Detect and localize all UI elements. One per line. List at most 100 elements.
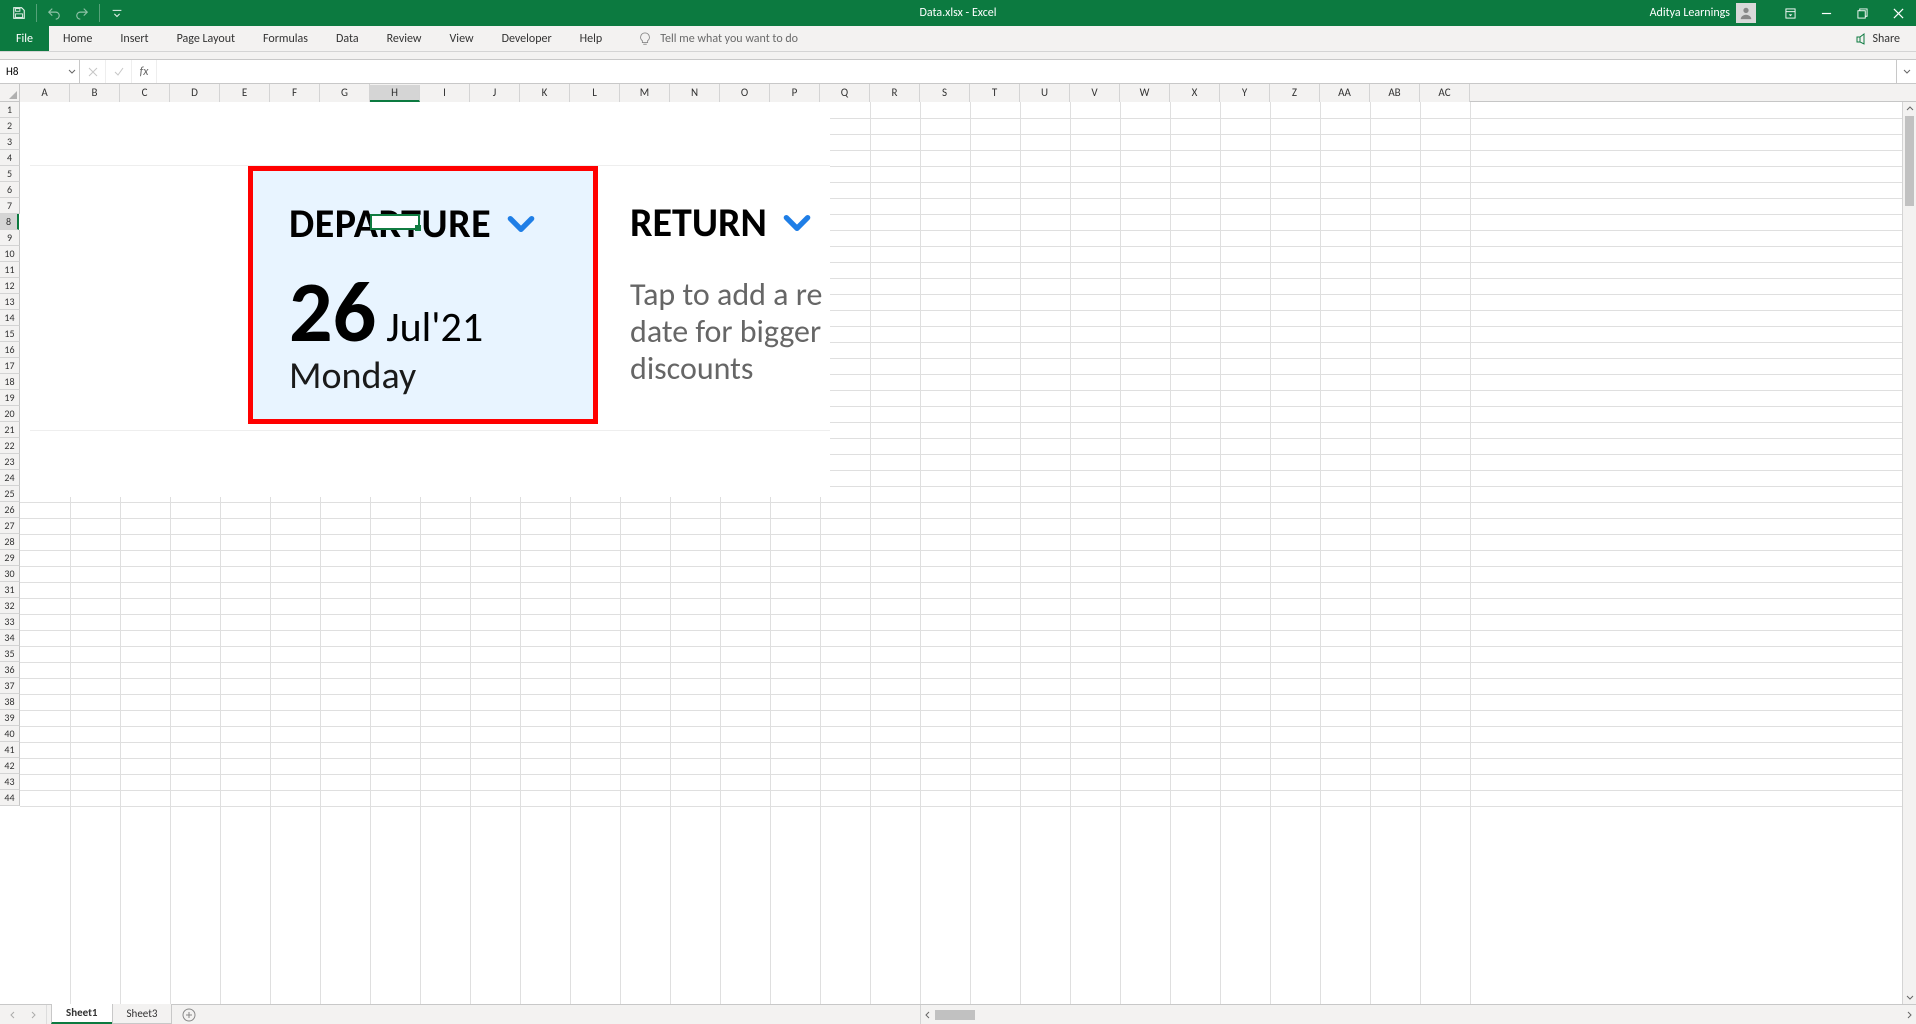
row-header-44[interactable]: 44	[0, 790, 20, 806]
row-header-13[interactable]: 13	[0, 294, 20, 310]
account-avatar[interactable]	[1736, 3, 1756, 23]
column-header-X[interactable]: X	[1170, 84, 1220, 102]
column-header-K[interactable]: K	[520, 84, 570, 102]
column-header-D[interactable]: D	[170, 84, 220, 102]
insert-function-button[interactable]: fx	[132, 65, 156, 79]
column-header-G[interactable]: G	[320, 84, 370, 102]
close-button[interactable]	[1880, 0, 1916, 26]
cancel-formula-button[interactable]	[80, 60, 106, 83]
column-header-C[interactable]: C	[120, 84, 170, 102]
tab-insert[interactable]: Insert	[106, 26, 162, 51]
qat-customize-button[interactable]	[104, 2, 130, 24]
horizontal-scrollbar[interactable]	[920, 1005, 1916, 1024]
row-header-26[interactable]: 26	[0, 502, 20, 518]
row-header-4[interactable]: 4	[0, 150, 20, 166]
tab-data[interactable]: Data	[322, 26, 373, 51]
save-button[interactable]	[6, 2, 32, 24]
undo-button[interactable]	[41, 2, 67, 24]
vertical-scrollbar[interactable]	[1902, 102, 1916, 1004]
row-header-7[interactable]: 7	[0, 198, 20, 214]
row-header-41[interactable]: 41	[0, 742, 20, 758]
column-header-V[interactable]: V	[1070, 84, 1120, 102]
column-header-T[interactable]: T	[970, 84, 1020, 102]
row-header-37[interactable]: 37	[0, 678, 20, 694]
row-header-35[interactable]: 35	[0, 646, 20, 662]
row-header-40[interactable]: 40	[0, 726, 20, 742]
row-header-36[interactable]: 36	[0, 662, 20, 678]
sheet-nav-next-button[interactable]	[24, 1006, 42, 1024]
row-header-31[interactable]: 31	[0, 582, 20, 598]
embedded-image[interactable]: DEPARTURE 26 Jul'21 Monday RETURN	[20, 102, 830, 497]
row-header-15[interactable]: 15	[0, 326, 20, 342]
enter-formula-button[interactable]	[106, 60, 132, 83]
column-header-J[interactable]: J	[470, 84, 520, 102]
column-header-AB[interactable]: AB	[1370, 84, 1420, 102]
column-header-B[interactable]: B	[70, 84, 120, 102]
column-header-Q[interactable]: Q	[820, 84, 870, 102]
column-header-W[interactable]: W	[1120, 84, 1170, 102]
tab-view[interactable]: View	[436, 26, 488, 51]
row-header-22[interactable]: 22	[0, 438, 20, 454]
cells-area[interactable]: DEPARTURE 26 Jul'21 Monday RETURN	[20, 102, 1902, 1004]
column-header-O[interactable]: O	[720, 84, 770, 102]
row-header-20[interactable]: 20	[0, 406, 20, 422]
column-header-R[interactable]: R	[870, 84, 920, 102]
column-header-AA[interactable]: AA	[1320, 84, 1370, 102]
row-header-28[interactable]: 28	[0, 534, 20, 550]
scroll-down-button[interactable]	[1903, 990, 1916, 1004]
tab-home[interactable]: Home	[49, 26, 106, 51]
row-header-25[interactable]: 25	[0, 486, 20, 502]
row-header-30[interactable]: 30	[0, 566, 20, 582]
worksheet-grid[interactable]: ABCDEFGHIJKLMNOPQRSTUVWXYZAAABAC 1234567…	[0, 84, 1916, 1004]
tab-review[interactable]: Review	[373, 26, 436, 51]
column-header-P[interactable]: P	[770, 84, 820, 102]
row-header-11[interactable]: 11	[0, 262, 20, 278]
row-header-3[interactable]: 3	[0, 134, 20, 150]
row-header-5[interactable]: 5	[0, 166, 20, 182]
vertical-scroll-thumb[interactable]	[1905, 116, 1914, 206]
row-header-14[interactable]: 14	[0, 310, 20, 326]
formula-input[interactable]	[157, 60, 1896, 83]
ribbon-collapsed-strip[interactable]	[0, 52, 1916, 60]
new-sheet-button[interactable]	[177, 1005, 201, 1024]
row-header-42[interactable]: 42	[0, 758, 20, 774]
ribbon-display-options-button[interactable]	[1772, 0, 1808, 26]
row-header-9[interactable]: 9	[0, 230, 20, 246]
select-all-button[interactable]	[0, 84, 20, 101]
row-header-33[interactable]: 33	[0, 614, 20, 630]
restore-button[interactable]	[1844, 0, 1880, 26]
column-header-F[interactable]: F	[270, 84, 320, 102]
account-name[interactable]: Aditya Learnings	[1650, 6, 1730, 20]
tab-formulas[interactable]: Formulas	[249, 26, 322, 51]
row-header-16[interactable]: 16	[0, 342, 20, 358]
tab-file[interactable]: File	[0, 26, 49, 51]
row-header-43[interactable]: 43	[0, 774, 20, 790]
row-header-19[interactable]: 19	[0, 390, 20, 406]
row-header-21[interactable]: 21	[0, 422, 20, 438]
row-header-39[interactable]: 39	[0, 710, 20, 726]
scroll-up-button[interactable]	[1903, 102, 1916, 116]
expand-formula-bar-button[interactable]	[1896, 60, 1916, 83]
row-header-2[interactable]: 2	[0, 118, 20, 134]
column-header-U[interactable]: U	[1020, 84, 1070, 102]
tab-page-layout[interactable]: Page Layout	[163, 26, 249, 51]
tab-developer[interactable]: Developer	[488, 26, 566, 51]
column-header-A[interactable]: A	[20, 84, 70, 102]
column-header-Y[interactable]: Y	[1220, 84, 1270, 102]
row-header-29[interactable]: 29	[0, 550, 20, 566]
column-header-N[interactable]: N	[670, 84, 720, 102]
row-header-10[interactable]: 10	[0, 246, 20, 262]
row-header-27[interactable]: 27	[0, 518, 20, 534]
tell-me-search[interactable]: Tell me what you want to do	[638, 26, 798, 51]
row-header-17[interactable]: 17	[0, 358, 20, 374]
sheet-nav-prev-button[interactable]	[4, 1006, 22, 1024]
column-header-S[interactable]: S	[920, 84, 970, 102]
row-header-8[interactable]: 8	[0, 214, 19, 230]
redo-button[interactable]	[69, 2, 95, 24]
scroll-right-button[interactable]	[1902, 1006, 1916, 1024]
horizontal-scroll-thumb[interactable]	[935, 1010, 975, 1020]
minimize-button[interactable]	[1808, 0, 1844, 26]
tab-help[interactable]: Help	[566, 26, 617, 51]
row-header-32[interactable]: 32	[0, 598, 20, 614]
row-header-1[interactable]: 1	[0, 102, 20, 118]
